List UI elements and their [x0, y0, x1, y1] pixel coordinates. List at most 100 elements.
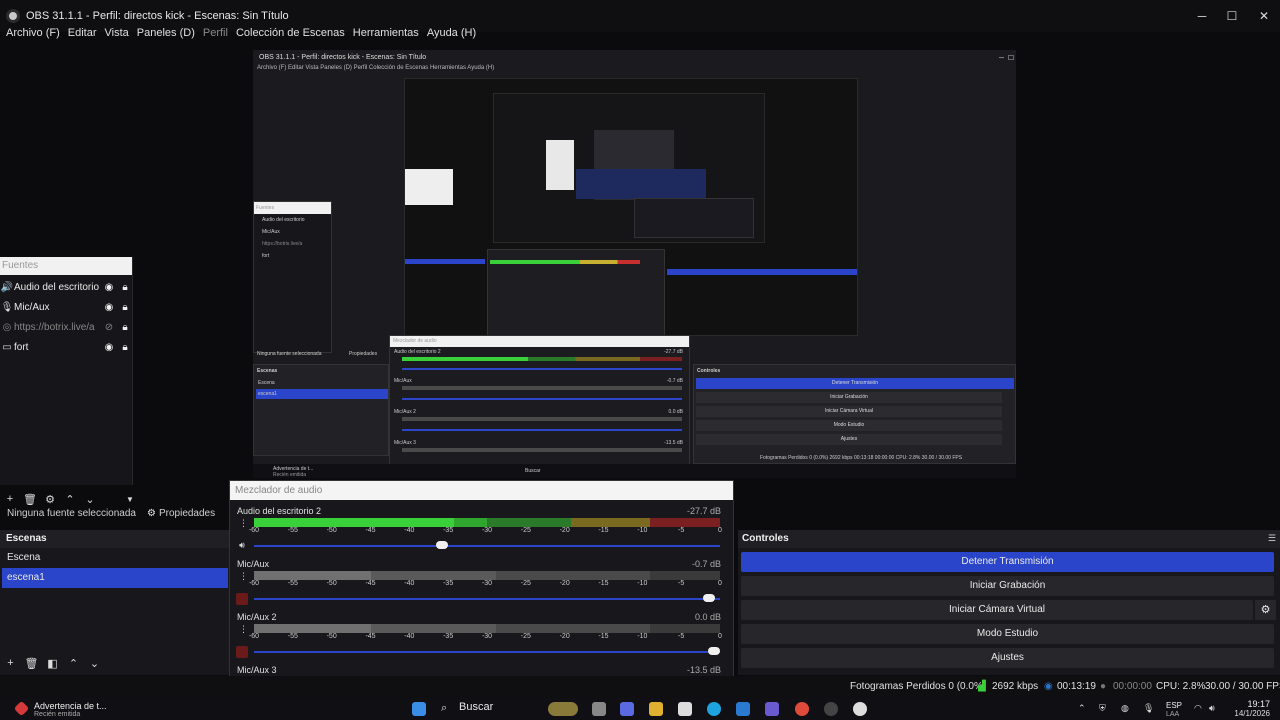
- tick-label: -5: [678, 580, 685, 587]
- tick-label: -30: [481, 580, 493, 587]
- tick-label: -50: [326, 633, 337, 640]
- sources-panel: Fuentes 🔊 Audio del escritorio ◉ 🔒︎ 🎙 Mi…: [0, 257, 133, 485]
- mic-icon: 🎙: [0, 301, 14, 313]
- properties-button[interactable]: Propiedades: [159, 508, 215, 519]
- lock-icon[interactable]: 🔒︎: [117, 322, 133, 333]
- obs-taskbar-icon[interactable]: [853, 702, 867, 716]
- language[interactable]: ESP: [1166, 701, 1182, 710]
- menu-coleccion[interactable]: Colección de Escenas: [236, 27, 345, 39]
- volume-knob[interactable]: [703, 594, 716, 602]
- volume-knob[interactable]: [708, 647, 720, 655]
- dock-menu-icon[interactable]: ☰: [1268, 533, 1276, 544]
- teams-icon[interactable]: [765, 702, 779, 716]
- muted-speaker-icon[interactable]: [236, 646, 248, 658]
- tick-label: -5: [678, 527, 685, 534]
- meter-segment: [254, 518, 455, 527]
- source-item[interactable]: 🔊 Audio del escritorio ◉ 🔒︎: [0, 277, 133, 297]
- add-scene-icon[interactable]: +: [0, 657, 21, 669]
- globe-icon: ◎: [2, 321, 12, 333]
- volume-slider[interactable]: [254, 545, 720, 547]
- source-item[interactable]: ▭ fort ◉ 🔒︎: [0, 337, 133, 357]
- volume-slider[interactable]: [254, 651, 720, 653]
- lock-icon[interactable]: 🔒︎: [117, 282, 133, 293]
- tick-label: 0: [718, 527, 722, 534]
- taskbar-search[interactable]: Buscar: [459, 701, 599, 717]
- volume-icon[interactable]: 🔊︎: [1209, 703, 1215, 714]
- eye-hidden-icon[interactable]: ⊘: [101, 322, 117, 333]
- clock-time[interactable]: 19:17: [1230, 699, 1270, 709]
- lock-icon[interactable]: 🔒︎: [117, 342, 133, 353]
- lock-icon[interactable]: 🔒︎: [117, 302, 133, 313]
- start-virtual-camera-button[interactable]: Iniciar Cámara Virtual: [741, 600, 1253, 620]
- copilot-icon[interactable]: [620, 702, 634, 716]
- meter-segment: [650, 518, 720, 527]
- scene-item[interactable]: Escena: [2, 548, 228, 568]
- stop-streaming-button[interactable]: Detener Transmisión: [741, 552, 1274, 572]
- eye-icon[interactable]: ◉: [101, 282, 117, 293]
- menu-editar[interactable]: Editar: [68, 27, 97, 39]
- muted-speaker-icon[interactable]: [236, 593, 248, 605]
- widget-icon[interactable]: [548, 702, 578, 716]
- preview-canvas[interactable]: OBS 31.1.1 - Perfil: directos kick - Esc…: [253, 50, 1016, 478]
- menu-vista[interactable]: Vista: [105, 27, 129, 39]
- folder-icon[interactable]: [649, 702, 663, 716]
- preview-props: Propiedades: [349, 351, 378, 357]
- channel-menu-icon[interactable]: ⋮: [239, 571, 249, 582]
- store-icon[interactable]: [678, 702, 692, 716]
- meter-ticks: -60-55-50-45-40-35-30-25-20-15-10-50: [249, 580, 722, 590]
- gear-icon[interactable]: ⚙: [1255, 600, 1276, 620]
- properties-row: Ninguna fuente seleccionada ⚙ Propiedade…: [0, 504, 230, 522]
- gear-icon: ⚙: [147, 507, 156, 519]
- meter-segment: [370, 571, 497, 580]
- wifi-icon[interactable]: ◠: [1194, 703, 1202, 714]
- tray-icon[interactable]: ⛨: [1099, 703, 1106, 714]
- mic-tray-icon[interactable]: 🎙︎: [1143, 703, 1154, 714]
- tick-label: -50: [326, 527, 337, 534]
- notification-title[interactable]: Advertencia de t...: [34, 701, 107, 711]
- start-recording-button[interactable]: Iniciar Grabación: [741, 576, 1274, 596]
- preview-sources-panel: Fuentes Audio del escritorio Mic/Aux htt…: [253, 201, 332, 353]
- preview-mix-ch3-meter: [402, 417, 682, 421]
- preview-mix-ch2-meter: [402, 386, 682, 390]
- filter-icon[interactable]: ◧: [42, 657, 63, 670]
- studio-mode-button[interactable]: Modo Estudio: [741, 624, 1274, 644]
- outlook-icon[interactable]: [736, 702, 750, 716]
- clock-date: 14/1/2026: [1234, 709, 1270, 718]
- controls-header: Controles: [738, 530, 1280, 548]
- scene-item-selected[interactable]: escena1: [2, 568, 228, 588]
- channel-menu-icon[interactable]: ⋮: [239, 518, 249, 529]
- source-item[interactable]: ◎ https://botrix.live/a ⊘ 🔒︎: [0, 317, 133, 337]
- menu-archivo[interactable]: Archivo (F): [6, 27, 60, 39]
- chevron-down-icon[interactable]: ▼: [120, 495, 140, 504]
- speaker-icon[interactable]: 🔊︎: [236, 540, 248, 552]
- menu-paneles[interactable]: Paneles (D): [137, 27, 195, 39]
- channel-menu-icon[interactable]: ⋮: [239, 624, 249, 635]
- eye-icon[interactable]: ◉: [101, 342, 117, 353]
- preview-ninguna: Ninguna fuente seleccionada: [257, 351, 322, 357]
- tick-label: -20: [559, 580, 570, 587]
- chrome-icon[interactable]: [795, 702, 809, 716]
- menu-ayuda[interactable]: Ayuda (H): [427, 27, 476, 39]
- edge-icon[interactable]: [707, 702, 721, 716]
- up-arrow-icon[interactable]: ⌃: [63, 657, 84, 670]
- source-item[interactable]: 🎙 Mic/Aux ◉ 🔒︎: [0, 297, 133, 317]
- volume-knob[interactable]: [435, 541, 448, 549]
- windows-start-icon[interactable]: [412, 702, 426, 716]
- source-label: Audio del escritorio: [14, 281, 100, 293]
- tray-icon-2[interactable]: ◍: [1121, 703, 1129, 714]
- preview-src-1: Audio del escritorio: [262, 217, 305, 223]
- preview-inner-winctl: ─ ☐ ✕: [999, 55, 1016, 62]
- settings-button[interactable]: Ajustes: [741, 648, 1274, 668]
- chevron-up-icon[interactable]: ⌃: [1078, 703, 1086, 714]
- scenes-toolbar: + 🗑︎ ◧ ⌃ ⌄: [0, 655, 230, 671]
- tick-label: -10: [637, 527, 648, 534]
- menu-herramientas[interactable]: Herramientas: [353, 27, 419, 39]
- app-icon[interactable]: [824, 702, 838, 716]
- down-arrow-icon[interactable]: ⌄: [84, 657, 105, 670]
- volume-slider[interactable]: [254, 598, 720, 600]
- menu-perfil[interactable]: Perfil: [203, 27, 228, 39]
- trash-icon[interactable]: 🗑︎: [21, 657, 42, 670]
- eye-icon[interactable]: ◉: [101, 302, 117, 313]
- task-view-icon[interactable]: [592, 702, 606, 716]
- meter-ticks: -60-55-50-45-40-35-30-25-20-15-10-50: [249, 527, 722, 537]
